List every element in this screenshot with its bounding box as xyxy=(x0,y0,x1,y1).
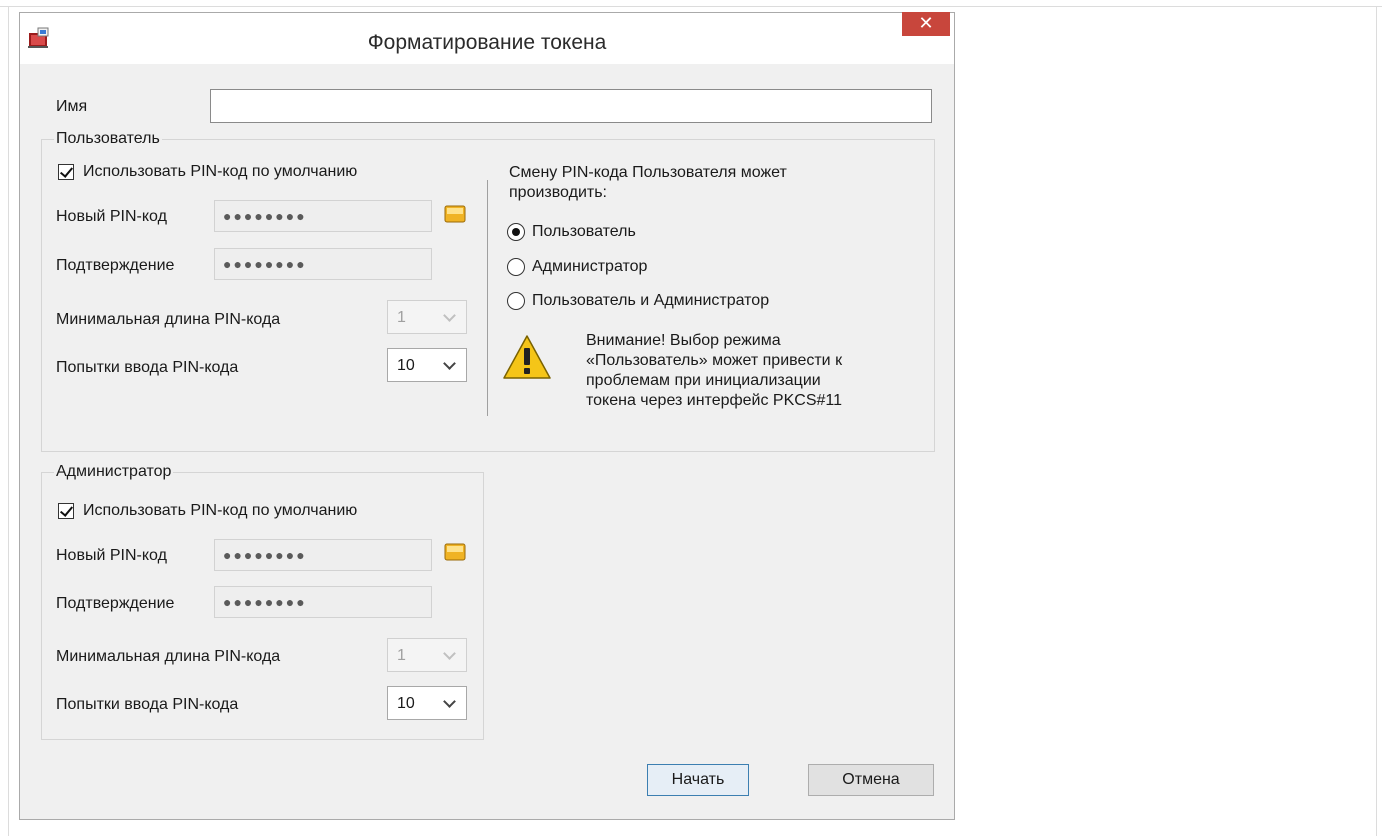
admin-min-length-label: Минимальная длина PIN-кода xyxy=(56,648,281,665)
user-new-pin-label: Новый PIN-код xyxy=(56,208,167,225)
radio-admin-label: Администратор xyxy=(532,258,648,275)
admin-attempts-value: 10 xyxy=(397,695,415,712)
user-attempts-label: Попытки ввода PIN-кода xyxy=(56,359,239,376)
title-bar: Форматирование токена ✕ xyxy=(20,12,954,64)
user-confirm-field[interactable]: ●●●●●●●● xyxy=(214,248,432,280)
background-frame-top xyxy=(0,6,1382,7)
chevron-down-icon xyxy=(443,695,456,708)
background-frame-left xyxy=(8,6,9,836)
admin-confirm-field[interactable]: ●●●●●●●● xyxy=(214,586,432,618)
pin-generate-icon[interactable] xyxy=(444,205,466,223)
checkmark-icon xyxy=(59,503,74,517)
chevron-down-icon xyxy=(443,647,456,660)
user-new-pin-field[interactable]: ●●●●●●●● xyxy=(214,200,432,232)
background-frame-right xyxy=(1376,6,1377,836)
admin-new-pin-field[interactable]: ●●●●●●●● xyxy=(214,539,432,571)
user-min-length-label: Минимальная длина PIN-кода xyxy=(56,311,281,328)
radio-user-label: Пользователь xyxy=(532,223,636,240)
pin-generate-icon[interactable] xyxy=(444,543,466,561)
admin-min-length-value: 1 xyxy=(397,647,406,664)
admin-attempts-label: Попытки ввода PIN-кода xyxy=(56,696,239,713)
admin-confirm-label: Подтверждение xyxy=(56,595,175,612)
dialog-title: Форматирование токена xyxy=(367,31,607,54)
admin-default-pin-label: Использовать PIN-код по умолчанию xyxy=(83,502,358,519)
radio-user-and-admin[interactable] xyxy=(507,292,525,310)
name-label: Имя xyxy=(56,98,88,115)
format-token-dialog: Форматирование токена ✕ Имя Пользователь… xyxy=(19,12,955,820)
user-attempts-select[interactable]: 10 xyxy=(387,348,467,382)
admin-min-length-select: 1 xyxy=(387,638,467,672)
vertical-separator xyxy=(487,180,488,416)
change-pin-heading: Смену PIN-кода Пользователя может произв… xyxy=(509,164,787,201)
user-attempts-value: 10 xyxy=(397,357,415,374)
warning-icon xyxy=(503,335,551,379)
radio-user[interactable] xyxy=(507,223,525,241)
checkmark-icon xyxy=(59,164,74,178)
admin-attempts-select[interactable]: 10 xyxy=(387,686,467,720)
user-default-pin-label: Использовать PIN-код по умолчанию xyxy=(83,163,358,180)
radio-selected-dot xyxy=(512,228,520,236)
close-button[interactable]: ✕ xyxy=(902,12,950,36)
radio-user-and-admin-label: Пользователь и Администратор xyxy=(532,292,770,309)
chevron-down-icon xyxy=(443,309,456,322)
chevron-down-icon xyxy=(443,357,456,370)
admin-new-pin-label: Новый PIN-код xyxy=(56,547,167,564)
user-confirm-label: Подтверждение xyxy=(56,257,175,274)
user-group-title: Пользователь xyxy=(54,129,162,149)
admin-group-title: Администратор xyxy=(54,462,174,482)
user-default-pin-checkbox[interactable] xyxy=(58,164,74,180)
user-min-length-value: 1 xyxy=(397,309,406,326)
warning-message: Внимание! Выбор режима «Пользователь» мо… xyxy=(586,332,843,409)
start-button[interactable]: Начать xyxy=(647,764,749,796)
name-input[interactable] xyxy=(210,89,932,123)
cancel-button[interactable]: Отмена xyxy=(808,764,934,796)
user-min-length-select: 1 xyxy=(387,300,467,334)
admin-default-pin-checkbox[interactable] xyxy=(58,503,74,519)
radio-admin[interactable] xyxy=(507,258,525,276)
